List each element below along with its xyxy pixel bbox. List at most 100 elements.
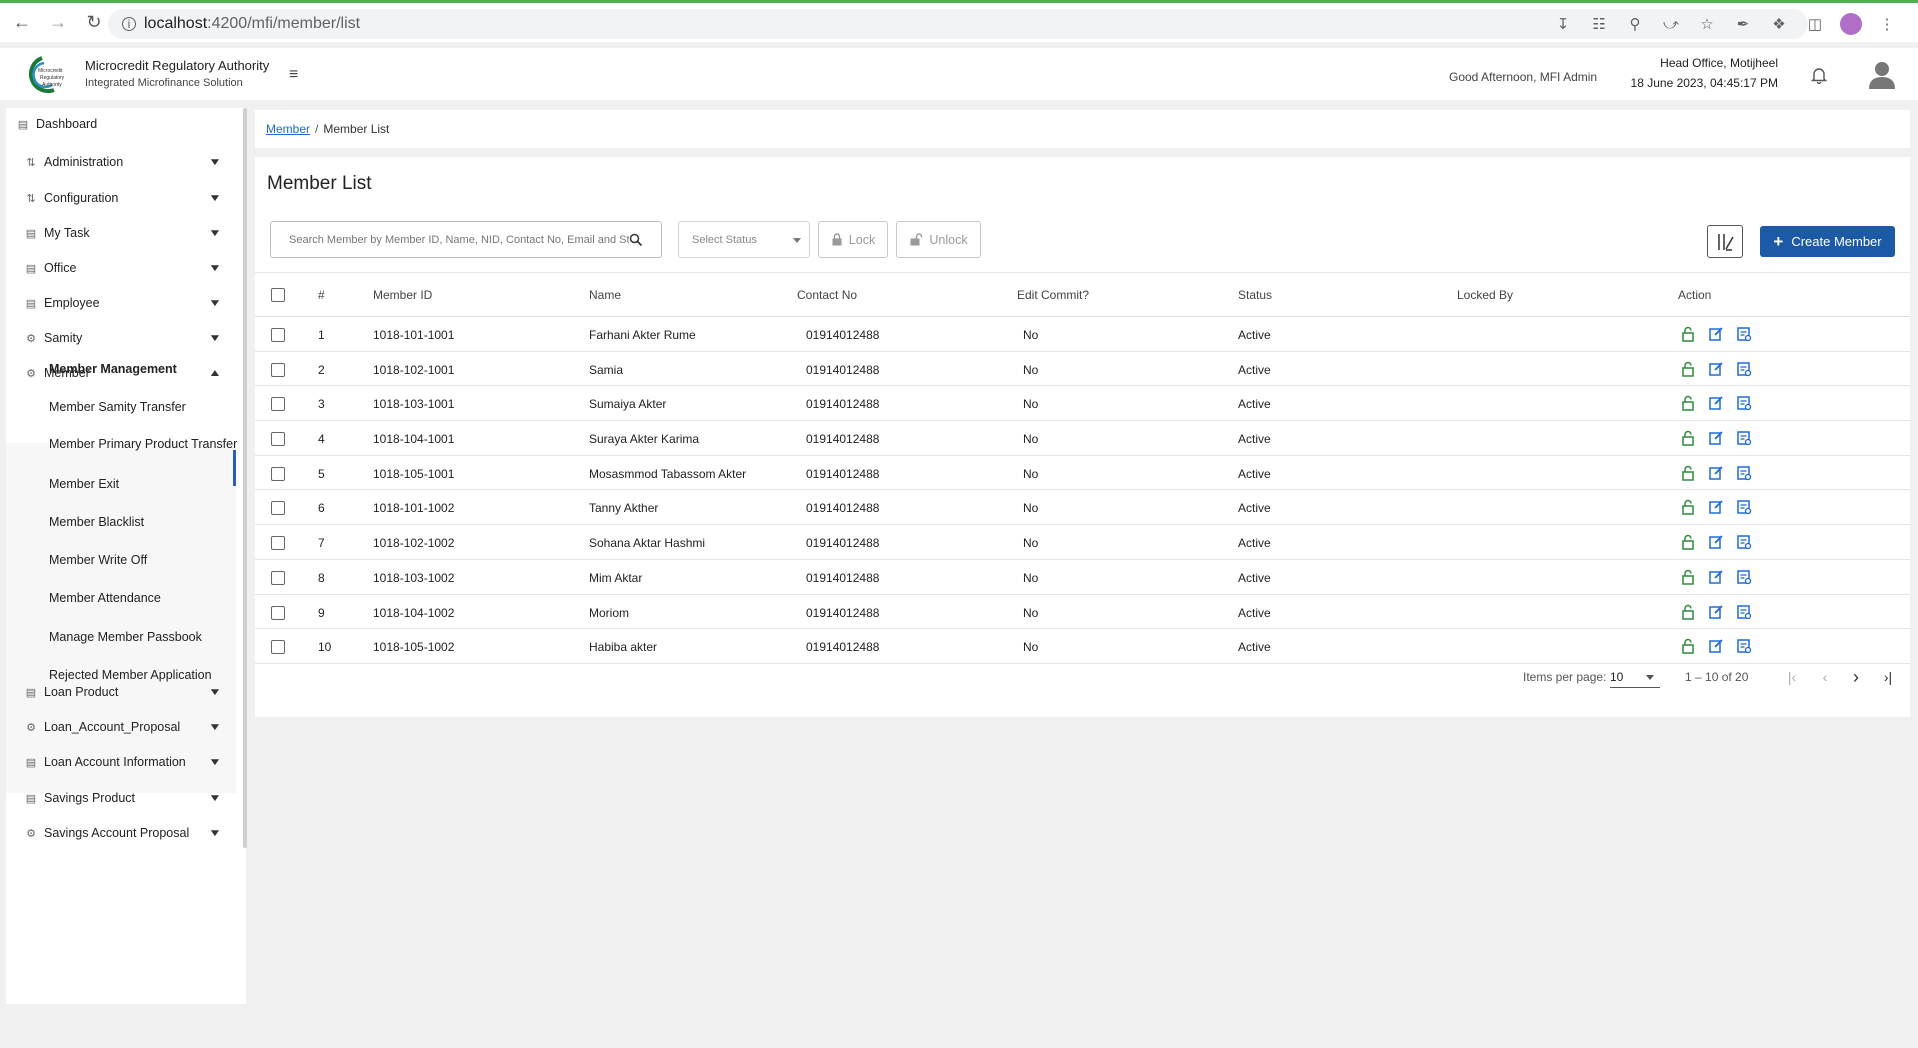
- column-toggle-button[interactable]: [1707, 225, 1743, 258]
- sidebar-item-loan-account-proposal[interactable]: ⚙ Loan_Account_Proposal ▼: [6, 713, 242, 741]
- install-icon[interactable]: ↧: [1552, 13, 1574, 35]
- view-details-icon[interactable]: [1736, 326, 1752, 342]
- sidebar-item-office[interactable]: ▤ Office ▼: [6, 254, 242, 282]
- header-name[interactable]: Name: [589, 288, 621, 302]
- view-details-icon[interactable]: [1736, 499, 1752, 515]
- edit-icon[interactable]: [1708, 604, 1724, 620]
- bookmark-star-icon[interactable]: ☆: [1696, 13, 1718, 35]
- select-all-checkbox[interactable]: [271, 288, 285, 302]
- lock-open-icon[interactable]: [1680, 430, 1696, 446]
- row-checkbox[interactable]: [271, 640, 285, 655]
- notification-bell-icon[interactable]: [1810, 66, 1828, 84]
- sidebar-item-savings-product[interactable]: ▤ Savings Product ▼: [6, 784, 242, 812]
- edit-icon[interactable]: [1708, 395, 1724, 411]
- row-checkbox[interactable]: [271, 570, 285, 585]
- row-checkbox[interactable]: [271, 328, 285, 342]
- next-page-icon[interactable]: ›: [1843, 664, 1869, 690]
- unlock-button[interactable]: Unlock: [896, 221, 981, 258]
- row-checkbox[interactable]: [271, 501, 285, 516]
- header-locked-by[interactable]: Locked By: [1457, 288, 1513, 302]
- sidebar-subitem-member-exit[interactable]: Member Exit: [49, 476, 239, 492]
- profile-avatar[interactable]: [1840, 13, 1862, 35]
- view-details-icon[interactable]: [1736, 569, 1752, 585]
- previous-page-icon[interactable]: ‹: [1812, 664, 1838, 690]
- back-icon[interactable]: ←: [8, 9, 36, 37]
- sidebar-item-loan-account-information[interactable]: ▤ Loan Account Information ▼: [6, 748, 242, 776]
- status-select[interactable]: Select Status: [678, 221, 810, 258]
- view-details-icon[interactable]: [1736, 395, 1752, 411]
- row-checkbox[interactable]: [271, 362, 285, 377]
- header-contact-no[interactable]: Contact No: [797, 288, 857, 302]
- zoom-icon[interactable]: ⚲: [1624, 13, 1646, 35]
- create-member-button[interactable]: + Create Member: [1760, 226, 1895, 257]
- lock-open-icon[interactable]: [1680, 499, 1696, 516]
- view-details-icon[interactable]: [1736, 430, 1752, 446]
- extensions-icon[interactable]: ❖: [1768, 13, 1790, 35]
- table-row[interactable]: 5 1018-105-1001 Mosasmmod Tabassom Akter 01…: [255, 456, 1910, 491]
- header-status[interactable]: Status: [1238, 288, 1272, 302]
- first-page-icon[interactable]: |‹: [1779, 664, 1805, 690]
- breadcrumb-member-link[interactable]: Member: [266, 122, 310, 136]
- header-member-id[interactable]: Member ID: [373, 288, 432, 302]
- member-search-input[interactable]: [289, 233, 629, 246]
- header-edit-commit[interactable]: Edit Commit?: [1017, 288, 1089, 302]
- table-row[interactable]: 2 1018-102-1001 Samia 01914012488 No Active: [255, 352, 1910, 387]
- table-row[interactable]: 10 1018-105-1002 Habiba akter 01914012488 No…: [255, 629, 1910, 664]
- sidebar-item-employee[interactable]: ▤ Employee ▼: [6, 289, 242, 317]
- sidebar-item-my-task[interactable]: ▤ My Task ▼: [6, 219, 242, 247]
- table-row[interactable]: 4 1018-104-1001 Suraya Akter Karima 0191401…: [255, 421, 1910, 456]
- user-avatar-icon[interactable]: [1867, 60, 1897, 90]
- table-row[interactable]: 6 1018-101-1002 Tanny Akther 01914012488 No A…: [255, 490, 1910, 526]
- table-row[interactable]: 8 1018-103-1002 Mim Aktar 01914012488 No Acti…: [255, 560, 1910, 595]
- lock-open-icon[interactable]: [1680, 465, 1696, 481]
- sidebar-subitem-member-attendance[interactable]: Member Attendance: [49, 590, 239, 606]
- share-icon[interactable]: ⤻: [1660, 13, 1682, 35]
- row-checkbox[interactable]: [271, 397, 285, 412]
- edit-icon[interactable]: [1708, 569, 1724, 585]
- view-details-icon[interactable]: [1736, 604, 1752, 620]
- lock-open-icon[interactable]: [1680, 638, 1696, 654]
- edit-icon[interactable]: [1708, 534, 1724, 550]
- more-menu-icon[interactable]: ⋮: [1876, 13, 1898, 35]
- view-details-icon[interactable]: [1736, 465, 1752, 481]
- sidebar-subitem-member-samity-transfer[interactable]: Member Samity Transfer: [49, 399, 239, 415]
- sidebar-subitem-manage-member-passbook[interactable]: Manage Member Passbook: [49, 629, 239, 645]
- lock-open-icon[interactable]: [1680, 326, 1696, 342]
- row-checkbox[interactable]: [271, 466, 285, 481]
- table-row[interactable]: 1 1018-101-1001 Farhani Akter Rume 01914012…: [255, 317, 1910, 352]
- lock-open-icon[interactable]: [1680, 534, 1696, 550]
- row-checkbox[interactable]: [271, 536, 285, 551]
- sidebar-scrollbar[interactable]: [243, 108, 247, 848]
- sidebar-item-samity[interactable]: ⚙ Samity ▼: [6, 324, 242, 352]
- sidebar-item-administration[interactable]: ⇅ Administration ▼: [6, 148, 242, 176]
- sidebar-item-configuration[interactable]: ⇅ Configuration ▼: [6, 184, 242, 212]
- table-row[interactable]: 7 1018-102-1002 Sohana Aktar Hashmi 0191401…: [255, 525, 1910, 560]
- translate-icon[interactable]: ☷: [1588, 13, 1610, 35]
- table-row[interactable]: 3 1018-103-1001 Sumaiya Akter 01914012488 No…: [255, 386, 1910, 422]
- page-size-select[interactable]: 10: [1610, 664, 1660, 688]
- view-details-icon[interactable]: [1736, 361, 1752, 377]
- table-row[interactable]: 9 1018-104-1002 Moriom 01914012488 No Active: [255, 595, 1910, 630]
- forward-icon[interactable]: →: [44, 9, 72, 37]
- hamburger-menu-icon[interactable]: ≡: [289, 66, 298, 84]
- lock-open-icon[interactable]: [1680, 395, 1696, 412]
- edit-icon[interactable]: [1708, 638, 1724, 654]
- sidebar-item-dashboard[interactable]: ▤ Dashboard: [6, 110, 242, 138]
- eyedropper-icon[interactable]: ✒: [1732, 13, 1754, 35]
- sidebar-subitem-member-primary-product-transfer[interactable]: Member Primary Product Transfer: [49, 436, 239, 452]
- edit-icon[interactable]: [1708, 465, 1724, 481]
- info-icon[interactable]: i: [122, 17, 136, 31]
- search-icon[interactable]: [629, 233, 643, 247]
- last-page-icon[interactable]: ›|: [1875, 664, 1901, 690]
- lock-open-icon[interactable]: [1680, 569, 1696, 585]
- edit-icon[interactable]: [1708, 326, 1724, 342]
- row-checkbox[interactable]: [271, 605, 285, 620]
- sidebar-subitem-member-write-off[interactable]: Member Write Off: [49, 552, 239, 568]
- edit-icon[interactable]: [1708, 430, 1724, 446]
- lock-open-icon[interactable]: [1680, 361, 1696, 377]
- reload-icon[interactable]: ↻: [80, 9, 108, 37]
- lock-button[interactable]: Lock: [818, 221, 888, 258]
- sidebar-subitem-member-management[interactable]: Member Management: [49, 361, 239, 377]
- row-checkbox[interactable]: [271, 432, 285, 447]
- view-details-icon[interactable]: [1736, 534, 1752, 550]
